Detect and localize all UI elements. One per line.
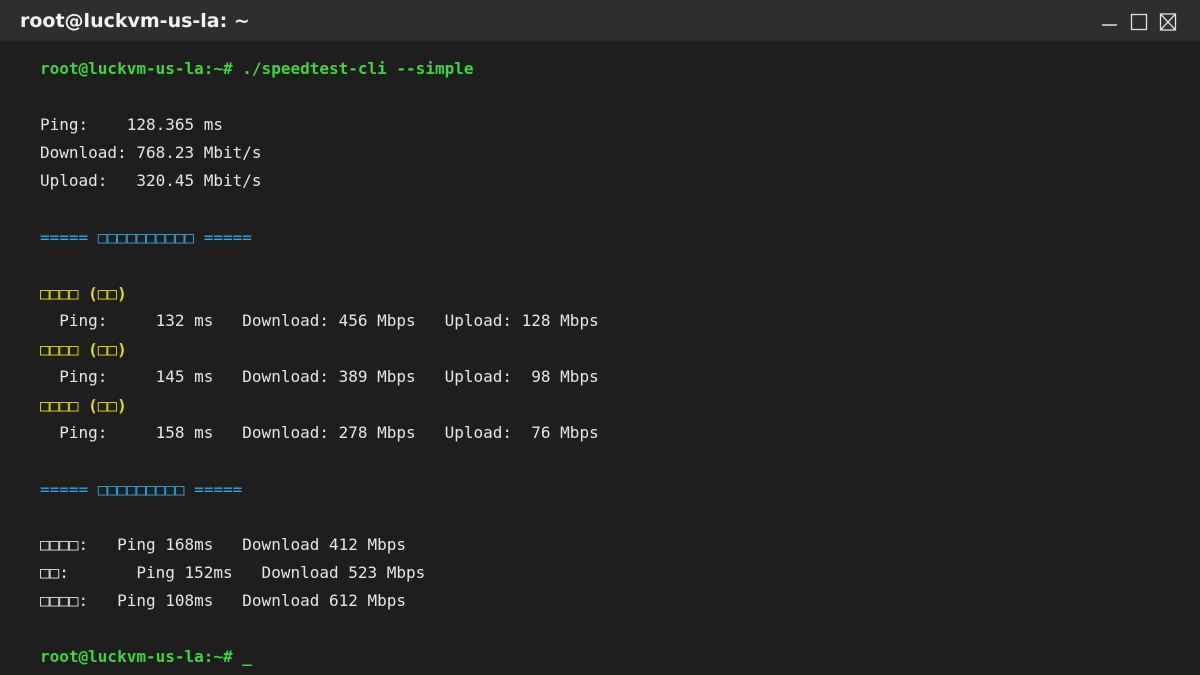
section-header-isp: ===== □□□□□□□□□ ===== xyxy=(40,480,243,499)
section-header-nodes: ===== □□□□□□□□□□ ===== xyxy=(40,228,252,247)
isp-result: □□□□: Ping 108ms Download 612 Mbps xyxy=(40,591,407,610)
isp-result: □□: Ping 152ms Download 523 Mbps xyxy=(40,563,426,582)
close-icon[interactable] xyxy=(1159,13,1177,31)
download-result: Download: 768.23 Mbit/s xyxy=(40,143,262,162)
shell-prompt: root@luckvm-us-la:~# xyxy=(40,647,233,666)
text-cursor: _ xyxy=(232,647,252,666)
ping-result: Ping: 128.365 ms xyxy=(40,115,224,134)
terminal-output[interactable]: root@luckvm-us-la:~# ./speedtest-cli --s… xyxy=(0,41,1200,675)
minimize-icon[interactable] xyxy=(1101,13,1119,31)
shell-prompt: root@luckvm-us-la:~# xyxy=(40,59,233,78)
window-title: root@luckvm-us-la: ~ xyxy=(20,10,250,32)
location-stats: Ping: 158 ms Download: 278 Mbps Upload: … xyxy=(40,423,599,442)
maximize-icon[interactable] xyxy=(1130,13,1148,31)
command-text: ./speedtest-cli --simple xyxy=(232,59,474,78)
final-prompt-line[interactable]: root@luckvm-us-la:~# _ xyxy=(40,645,252,669)
location-name: □□□□ (□□) xyxy=(40,396,127,415)
isp-result: □□□□: Ping 168ms Download 412 Mbps xyxy=(40,535,407,554)
location-name: □□□□ (□□) xyxy=(40,284,127,303)
location-name: □□□□ (□□) xyxy=(40,340,127,359)
upload-result: Upload: 320.45 Mbit/s xyxy=(40,171,262,190)
command-line: root@luckvm-us-la:~# ./speedtest-cli --s… xyxy=(40,57,473,81)
title-bar[interactable]: root@luckvm-us-la: ~ xyxy=(0,0,1200,41)
terminal-window: root@luckvm-us-la: ~ root@luckvm-us-la:~… xyxy=(0,0,1200,675)
location-stats: Ping: 132 ms Download: 456 Mbps Upload: … xyxy=(40,311,599,330)
location-stats: Ping: 145 ms Download: 389 Mbps Upload: … xyxy=(40,367,599,386)
